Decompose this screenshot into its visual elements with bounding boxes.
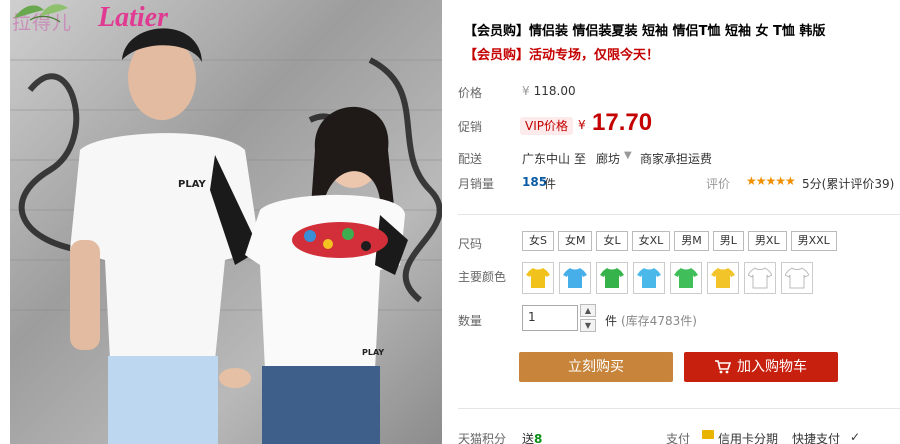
original-price: ¥118.00 [522, 84, 576, 98]
ship-from: 广东中山 [522, 152, 571, 166]
cart-icon [715, 360, 731, 374]
size-option[interactable]: 女L [596, 231, 628, 251]
color-swatch[interactable] [744, 262, 776, 294]
review-label: 评价 [706, 177, 731, 191]
quantity-increase-icon[interactable]: ▲ [580, 304, 596, 317]
promo-text: 【会员购】活动专场，仅限今天！ [464, 48, 660, 63]
svg-text:PLAY: PLAY [362, 348, 384, 357]
tshirt-icon [563, 268, 587, 288]
tshirt-icon [785, 267, 809, 289]
points-prefix: 送 [522, 432, 535, 444]
chevron-down-icon[interactable]: ▼ [624, 150, 632, 161]
monthly-sales-unit: 件 [544, 177, 557, 191]
quantity-decrease-icon[interactable]: ▼ [580, 319, 596, 332]
rating-text[interactable]: 5分(累计评价39) [802, 175, 894, 192]
ship-to-word: 至 [574, 152, 587, 166]
promo-price-label: 促销 [458, 120, 483, 134]
quantity-unit: 件 [605, 314, 618, 328]
tshirt-icon [526, 268, 550, 288]
points-number: 8 [534, 432, 543, 444]
add-to-cart-label: 加入购物车 [737, 359, 807, 375]
color-swatch[interactable] [707, 262, 739, 294]
shipping-label: 配送 [458, 152, 483, 166]
color-swatch[interactable] [522, 262, 554, 294]
product-photo[interactable]: PLAY PLAY 拉得儿 Latier [10, 0, 442, 444]
currency-symbol: ¥ [522, 84, 530, 98]
brand-logo: Latier [98, 2, 168, 33]
quantity-input[interactable]: 1 [522, 305, 578, 331]
product-photo-graphic: PLAY PLAY [10, 28, 442, 444]
monthly-sales-label: 月销量 [458, 177, 495, 191]
currency-symbol: ¥ [578, 118, 586, 132]
payment-label: 支付 [666, 432, 691, 444]
size-option[interactable]: 男L [712, 231, 744, 251]
vip-price-badge: VIP价格 [520, 117, 573, 135]
quick-pay[interactable]: 快捷支付 [792, 430, 840, 444]
checkmark-icon: ✓ [850, 430, 861, 444]
color-options [522, 262, 813, 294]
color-swatch[interactable] [670, 262, 702, 294]
product-info-panel: 【会员购】情侣装 情侣装夏装 短袖 情侣T恤 短袖 女 T恤 韩版 【会员购】活… [458, 0, 900, 444]
price-label: 价格 [458, 86, 483, 100]
buy-now-button[interactable]: 立刻购买 [519, 352, 673, 382]
stock-count: (库存4783件) [621, 314, 697, 328]
ship-to-select[interactable]: 廊坊 [596, 150, 620, 167]
size-label: 尺码 [458, 237, 483, 251]
brand-leaf-icon [14, 4, 68, 23]
credit-installment[interactable]: 信用卡分期 [718, 430, 778, 444]
credit-card-icon [702, 430, 714, 439]
color-swatch[interactable] [596, 262, 628, 294]
tshirt-icon [600, 268, 624, 288]
quantity-label: 数量 [458, 314, 483, 328]
size-option[interactable]: 男XXL [790, 231, 837, 251]
add-to-cart-button[interactable]: 加入购物车 [684, 352, 838, 382]
current-price: 17.70 [592, 109, 653, 136]
shipping-note: 商家承担运费 [640, 152, 713, 166]
color-swatch[interactable] [559, 262, 591, 294]
original-price-value: 118.00 [533, 84, 576, 98]
tshirt-icon [674, 268, 698, 288]
tshirt-icon [711, 268, 735, 288]
color-label: 主要颜色 [458, 270, 507, 284]
size-option[interactable]: 女M [557, 231, 593, 251]
divider [458, 214, 900, 215]
product-title: 【会员购】情侣装 情侣装夏装 短袖 情侣T恤 短袖 女 T恤 韩版 [464, 24, 826, 39]
color-swatch[interactable] [781, 262, 813, 294]
size-option[interactable]: 男XL [747, 231, 787, 251]
size-options: 女S 女M 女L 女XL 男M 男L 男XL 男XXL [522, 231, 837, 251]
size-option[interactable]: 女S [522, 231, 554, 251]
tshirt-icon [748, 267, 772, 289]
points-label: 天猫积分 [458, 432, 507, 444]
star-rating-icon: ★★★★★ [746, 174, 796, 188]
color-swatch[interactable] [633, 262, 665, 294]
points-value: 送8 [522, 430, 542, 444]
tshirt-icon [637, 268, 661, 288]
divider [458, 408, 900, 409]
size-option[interactable]: 女XL [631, 231, 671, 251]
size-option[interactable]: 男M [674, 231, 709, 251]
svg-text:PLAY: PLAY [178, 179, 206, 190]
